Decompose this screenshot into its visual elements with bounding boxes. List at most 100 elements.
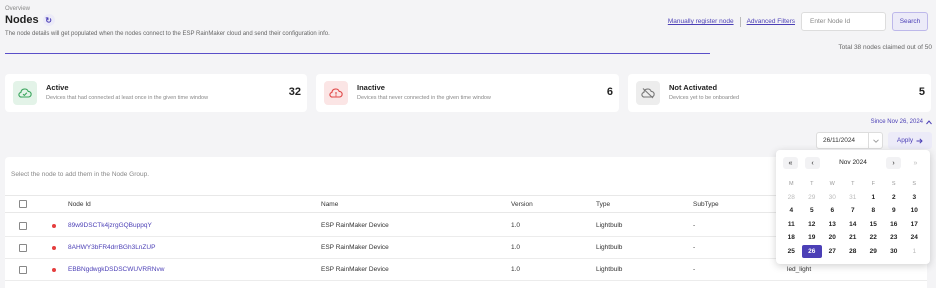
node-subtype: - bbox=[693, 266, 696, 273]
nodes-page: Overview Nodes ↻ The node details will g… bbox=[0, 0, 936, 288]
calendar-month-label[interactable]: Nov 2024 bbox=[816, 159, 890, 166]
calendar-day[interactable]: 25 bbox=[781, 245, 802, 259]
apply-label: Apply bbox=[896, 137, 914, 144]
calendar-day[interactable]: 28 bbox=[781, 191, 802, 205]
calendar-day[interactable]: 18 bbox=[781, 231, 802, 245]
node-id-link[interactable]: 8AHWY3bFR4drrBGh3LnZUP bbox=[68, 244, 155, 251]
node-type: Lightbulb bbox=[596, 244, 623, 251]
row-checkbox[interactable] bbox=[19, 244, 27, 252]
cloud-alert-icon bbox=[324, 81, 348, 105]
calendar-day[interactable]: 11 bbox=[781, 218, 802, 232]
calendar-day[interactable]: 16 bbox=[884, 218, 905, 232]
calendar-day[interactable]: 9 bbox=[884, 204, 905, 218]
card-description: Devices that had connected at least once… bbox=[46, 95, 209, 101]
row-checkbox[interactable] bbox=[19, 222, 27, 230]
calendar-day[interactable]: 7 bbox=[843, 204, 864, 218]
calendar-day[interactable]: 23 bbox=[884, 231, 905, 245]
node-subtype: - bbox=[693, 244, 696, 251]
calendar-day[interactable]: 4 bbox=[781, 204, 802, 218]
calendar-day[interactable]: 30 bbox=[884, 245, 905, 259]
node-id-link[interactable]: 89w9DSCTk4jzrgGQBuppqY bbox=[68, 222, 152, 229]
inactive-card[interactable]: Inactive Devices that never connected in… bbox=[316, 74, 619, 112]
card-description: Devices that never connected in the give… bbox=[357, 95, 491, 101]
card-title: Inactive bbox=[357, 83, 385, 92]
calendar-day[interactable]: 6 bbox=[822, 204, 843, 218]
column-node-id[interactable]: Node Id bbox=[68, 201, 91, 208]
node-subtype: - bbox=[693, 222, 696, 229]
weekday-label: T bbox=[810, 180, 814, 187]
node-id-search-input[interactable] bbox=[801, 12, 886, 31]
column-subtype[interactable]: SubType bbox=[693, 201, 719, 208]
calendar-day[interactable]: 3 bbox=[904, 191, 925, 205]
calendar-day-selected[interactable]: 26 bbox=[801, 244, 822, 258]
title-row: Nodes ↻ bbox=[5, 14, 55, 26]
calendar-day[interactable]: 1 bbox=[904, 245, 925, 259]
since-date-toggle[interactable]: Since Nov 26, 2024 bbox=[871, 119, 932, 125]
chevron-down-icon[interactable] bbox=[868, 133, 882, 148]
date-value: 26/11/2024 bbox=[823, 137, 856, 144]
calendar-day[interactable]: 29 bbox=[863, 245, 884, 259]
calendar-day[interactable]: 21 bbox=[843, 231, 864, 245]
next-month-button[interactable]: › bbox=[886, 157, 901, 169]
calendar-day[interactable]: 28 bbox=[843, 245, 864, 259]
node-type: Lightbulb bbox=[596, 222, 623, 229]
node-name: ESP RainMaker Device bbox=[321, 244, 389, 251]
top-actions: Manually register node Advanced Filters … bbox=[668, 12, 928, 31]
calendar-day[interactable]: 24 bbox=[904, 231, 925, 245]
calendar-day[interactable]: 20 bbox=[822, 231, 843, 245]
calendar-day[interactable]: 17 bbox=[904, 218, 925, 232]
status-dot bbox=[52, 224, 56, 228]
calendar-day[interactable]: 8 bbox=[863, 204, 884, 218]
calendar-day[interactable]: 13 bbox=[822, 218, 843, 232]
date-picker-input[interactable]: 26/11/2024 bbox=[816, 132, 883, 149]
next-year-button[interactable]: » bbox=[908, 157, 923, 169]
date-picker-calendar: « ‹ Nov 2024 › » M T W T F S S 28 29 30 31 1 2 3 4 5 6 7 8… bbox=[776, 150, 930, 264]
calendar-day[interactable]: 30 bbox=[822, 191, 843, 205]
since-label: Since Nov 26, 2024 bbox=[870, 119, 923, 125]
weekday-label: T bbox=[851, 180, 855, 187]
apply-button[interactable]: Apply bbox=[888, 132, 932, 149]
total-nodes-claimed: Total 38 nodes claimed out of 50 bbox=[838, 44, 932, 51]
node-version: 1.0 bbox=[511, 244, 521, 251]
node-name: ESP RainMaker Device bbox=[321, 222, 389, 229]
arrow-right-icon bbox=[916, 137, 923, 144]
calendar-day[interactable]: 22 bbox=[863, 231, 884, 245]
node-version: 1.0 bbox=[511, 266, 521, 273]
node-type: Lightbulb bbox=[596, 266, 623, 273]
refresh-icon[interactable]: ↻ bbox=[42, 14, 55, 26]
card-title: Not Activated bbox=[669, 83, 718, 92]
column-type[interactable]: Type bbox=[596, 201, 610, 208]
calendar-day[interactable]: 19 bbox=[802, 231, 823, 245]
calendar-day[interactable]: 14 bbox=[843, 218, 864, 232]
advanced-filters-link[interactable]: Advanced Filters bbox=[747, 18, 795, 25]
column-version[interactable]: Version bbox=[511, 201, 533, 208]
prev-year-button[interactable]: « bbox=[783, 157, 798, 169]
weekday-label: W bbox=[829, 180, 835, 187]
weekday-label: M bbox=[788, 180, 794, 187]
calendar-day[interactable]: 10 bbox=[904, 204, 925, 218]
not-activated-card[interactable]: Not Activated Devices yet to be onboarde… bbox=[628, 74, 931, 112]
calendar-day[interactable]: 2 bbox=[884, 191, 905, 205]
divider bbox=[739, 16, 741, 27]
row-checkbox[interactable] bbox=[19, 266, 27, 274]
calendar-day[interactable]: 1 bbox=[863, 191, 884, 205]
manually-register-node-link[interactable]: Manually register node bbox=[668, 18, 734, 25]
search-button[interactable]: Search bbox=[892, 12, 928, 31]
card-description: Devices yet to be onboarded bbox=[669, 95, 740, 101]
node-version: 1.0 bbox=[511, 222, 521, 229]
select-all-checkbox[interactable] bbox=[19, 200, 27, 208]
not-activated-count: 5 bbox=[918, 86, 925, 98]
node-extra: led_light bbox=[787, 266, 812, 273]
calendar-day[interactable]: 12 bbox=[802, 218, 823, 232]
weekday-label: S bbox=[912, 180, 917, 187]
calendar-day[interactable]: 29 bbox=[802, 191, 823, 205]
node-id-link[interactable]: EBBNgdwgkDSDSCWUVRRNvw bbox=[68, 266, 164, 273]
status-dot bbox=[52, 268, 56, 272]
active-card[interactable]: Active Devices that had connected at lea… bbox=[5, 74, 307, 112]
calendar-day[interactable]: 5 bbox=[802, 204, 823, 218]
calendar-day[interactable]: 31 bbox=[843, 191, 864, 205]
breadcrumb[interactable]: Overview bbox=[5, 6, 30, 12]
calendar-day[interactable]: 15 bbox=[863, 218, 884, 232]
calendar-day[interactable]: 27 bbox=[822, 245, 843, 259]
column-name[interactable]: Name bbox=[321, 201, 338, 208]
